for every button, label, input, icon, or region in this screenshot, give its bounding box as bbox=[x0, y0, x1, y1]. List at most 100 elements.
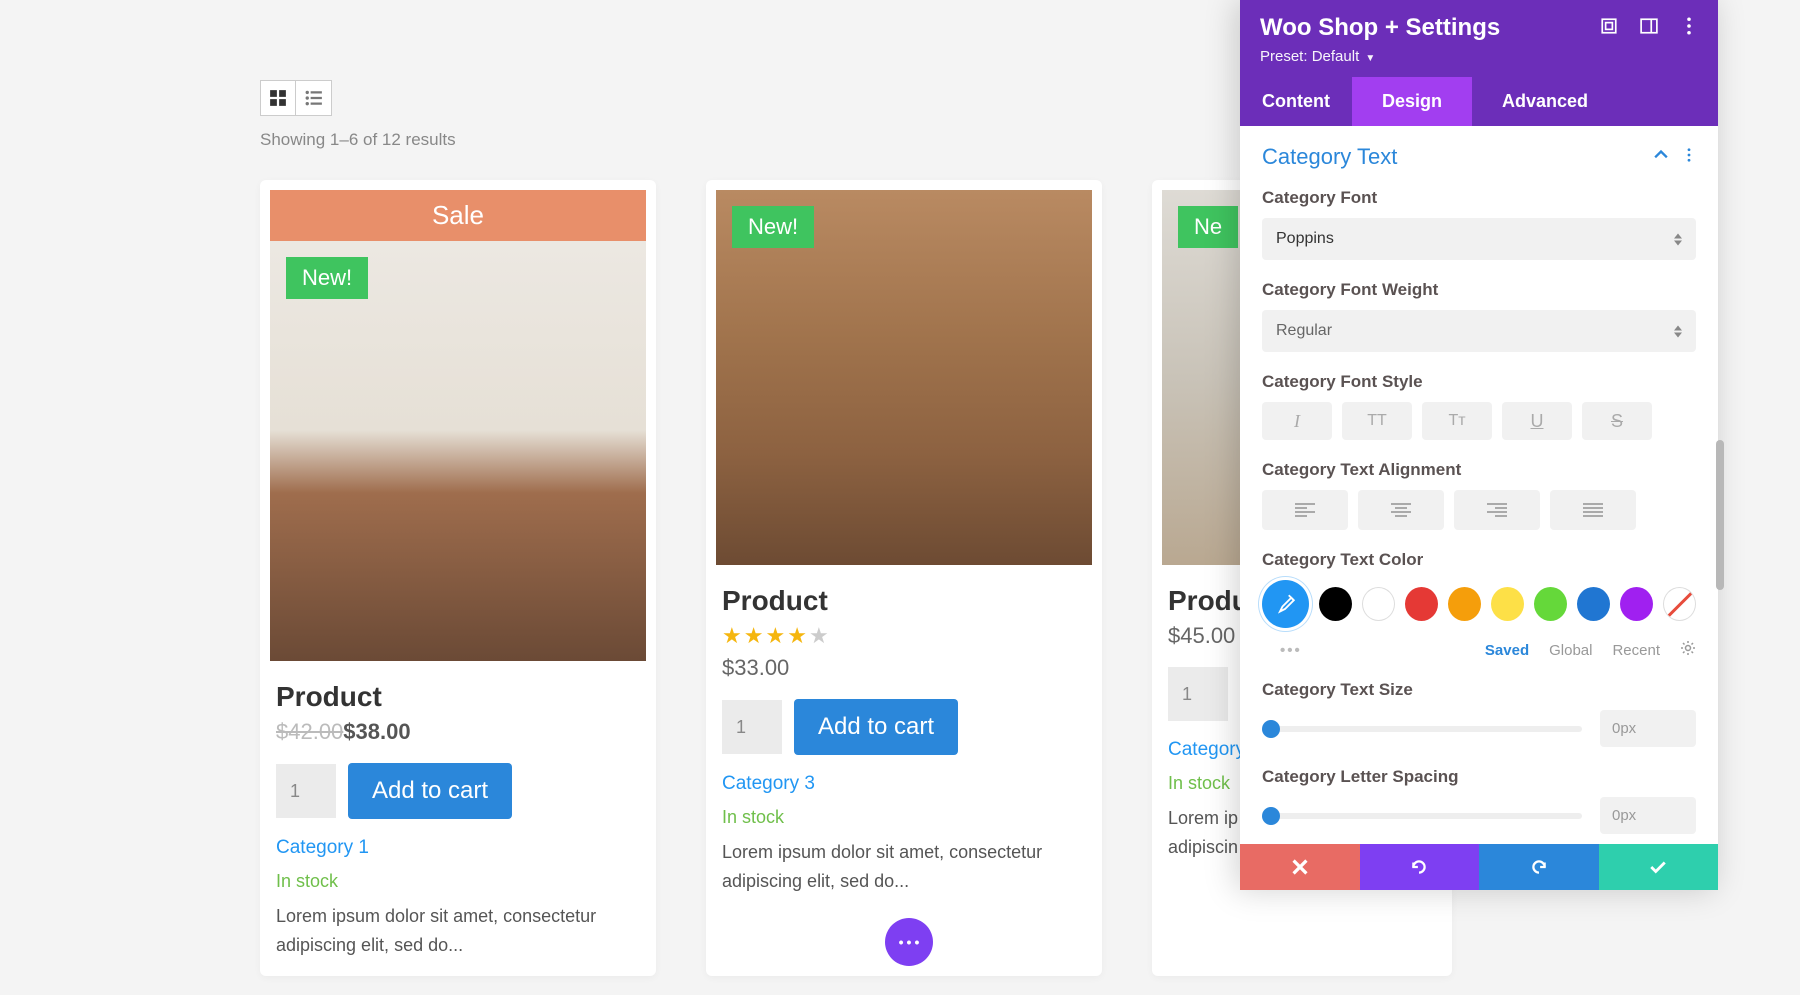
sale-badge: Sale bbox=[270, 190, 646, 241]
new-badge: Ne bbox=[1178, 206, 1238, 248]
panel-tabs: Content Design Advanced bbox=[1240, 77, 1718, 126]
color-swatch[interactable] bbox=[1491, 587, 1524, 621]
kebab-menu-icon[interactable] bbox=[1680, 17, 1698, 40]
add-to-cart-button[interactable]: Add to cart bbox=[348, 763, 512, 819]
redo-button[interactable] bbox=[1479, 844, 1599, 890]
stock-label: In stock bbox=[276, 871, 640, 892]
color-none-swatch[interactable] bbox=[1663, 587, 1696, 621]
undo-button[interactable] bbox=[1360, 844, 1480, 890]
product-title[interactable]: Product bbox=[276, 681, 640, 713]
price-old: $42.00 bbox=[276, 719, 343, 744]
quantity-input[interactable] bbox=[1168, 667, 1228, 721]
star-off-icon: ★ bbox=[809, 623, 829, 649]
size-label: Category Text Size bbox=[1262, 680, 1696, 700]
align-right-button[interactable] bbox=[1454, 490, 1540, 530]
product-image[interactable] bbox=[270, 241, 646, 661]
product-description: Lorem ipsum dolor sit amet, consectetur … bbox=[722, 838, 1086, 896]
preset-value: Default bbox=[1312, 48, 1360, 65]
align-left-button[interactable] bbox=[1262, 490, 1348, 530]
spacing-label: Category Letter Spacing bbox=[1262, 767, 1696, 787]
color-label: Category Text Color bbox=[1262, 550, 1696, 570]
product-image-wrap: New! bbox=[270, 241, 646, 661]
color-swatch[interactable] bbox=[1577, 587, 1610, 621]
strikethrough-button[interactable]: S bbox=[1582, 402, 1652, 440]
dock-icon[interactable] bbox=[1640, 17, 1658, 40]
star-icon: ★ bbox=[722, 623, 742, 649]
more-colors-icon[interactable]: ••• bbox=[1280, 642, 1302, 659]
list-view-button[interactable] bbox=[296, 80, 332, 116]
page-actions-fab[interactable]: ••• bbox=[885, 918, 933, 966]
color-swatch[interactable] bbox=[1448, 587, 1481, 621]
color-swatch[interactable] bbox=[1620, 587, 1653, 621]
uppercase-button[interactable]: TT bbox=[1342, 402, 1412, 440]
align-center-button[interactable] bbox=[1358, 490, 1444, 530]
category-link[interactable]: Category 3 bbox=[722, 773, 1086, 795]
save-button[interactable] bbox=[1599, 844, 1719, 890]
italic-button[interactable]: I bbox=[1262, 402, 1332, 440]
font-select-value: Poppins bbox=[1276, 230, 1334, 248]
product-image-wrap: New! bbox=[716, 190, 1092, 565]
underline-button[interactable]: U bbox=[1502, 402, 1572, 440]
align-justify-button[interactable] bbox=[1550, 490, 1636, 530]
color-swatch[interactable] bbox=[1534, 587, 1567, 621]
star-icon: ★ bbox=[765, 623, 785, 649]
color-swatch[interactable] bbox=[1319, 587, 1352, 621]
product-title[interactable]: Product bbox=[722, 585, 1086, 617]
collapse-icon[interactable] bbox=[1654, 148, 1668, 167]
close-button[interactable] bbox=[1240, 844, 1360, 890]
palette-global-tab[interactable]: Global bbox=[1549, 642, 1592, 659]
price-now: $45.00 bbox=[1168, 623, 1235, 648]
product-card: New! Product ★★★★★ $33.00 Add to cart Ca… bbox=[706, 180, 1102, 976]
align-label: Category Text Alignment bbox=[1262, 460, 1696, 480]
view-toggle bbox=[260, 80, 332, 116]
palette-recent-tab[interactable]: Recent bbox=[1612, 642, 1660, 659]
add-to-cart-button[interactable]: Add to cart bbox=[794, 699, 958, 755]
star-icon: ★ bbox=[744, 623, 764, 649]
tab-design[interactable]: Design bbox=[1352, 77, 1472, 126]
style-label: Category Font Style bbox=[1262, 372, 1696, 392]
category-link[interactable]: Category 1 bbox=[276, 837, 640, 859]
slider-thumb[interactable] bbox=[1262, 807, 1280, 825]
stock-label: In stock bbox=[722, 807, 1086, 828]
panel-footer bbox=[1240, 844, 1718, 890]
grid-view-button[interactable] bbox=[260, 80, 296, 116]
align-buttons bbox=[1262, 490, 1696, 530]
palette-saved-tab[interactable]: Saved bbox=[1485, 642, 1529, 659]
quantity-input[interactable] bbox=[276, 764, 336, 818]
weight-label: Category Font Weight bbox=[1262, 280, 1696, 300]
expand-icon[interactable] bbox=[1600, 17, 1618, 40]
weight-select[interactable]: Regular bbox=[1262, 310, 1696, 352]
color-swatch[interactable] bbox=[1405, 587, 1438, 621]
preset-selector[interactable]: Preset: Default ▼ bbox=[1260, 48, 1698, 65]
color-picker-button[interactable] bbox=[1262, 580, 1309, 628]
letter-spacing-input[interactable] bbox=[1600, 797, 1696, 834]
price-now: $33.00 bbox=[722, 655, 789, 680]
color-palette-tabs: ••• Saved Global Recent bbox=[1262, 640, 1696, 660]
letter-spacing-slider[interactable] bbox=[1262, 813, 1582, 819]
quantity-input[interactable] bbox=[722, 700, 782, 754]
text-size-input[interactable] bbox=[1600, 710, 1696, 747]
color-swatch[interactable] bbox=[1362, 587, 1395, 621]
chevron-down-icon: ▼ bbox=[1365, 53, 1375, 64]
gear-icon[interactable] bbox=[1680, 640, 1696, 660]
kebab-menu-icon[interactable] bbox=[1682, 148, 1696, 167]
product-card: Sale New! Product $42.00$38.00 Add to ca… bbox=[260, 180, 656, 976]
weight-select-value: Regular bbox=[1276, 322, 1332, 340]
tab-advanced[interactable]: Advanced bbox=[1472, 77, 1610, 126]
tab-content[interactable]: Content bbox=[1240, 77, 1352, 126]
section-category-text: Category Text Category Font Poppins Cate… bbox=[1240, 126, 1718, 834]
new-badge: New! bbox=[286, 257, 368, 299]
select-caret-icon bbox=[1674, 325, 1682, 338]
price-now: $38.00 bbox=[343, 719, 410, 744]
slider-thumb[interactable] bbox=[1262, 720, 1280, 738]
scrollbar-thumb[interactable] bbox=[1716, 440, 1724, 590]
text-size-slider[interactable] bbox=[1262, 726, 1582, 732]
smallcaps-button[interactable]: Tт bbox=[1422, 402, 1492, 440]
select-caret-icon bbox=[1674, 233, 1682, 246]
new-badge: New! bbox=[732, 206, 814, 248]
product-description: Lorem ipsum dolor sit amet, consectetur … bbox=[276, 902, 640, 960]
panel-header: Woo Shop + Settings Preset: Default ▼ bbox=[1240, 0, 1718, 77]
font-select[interactable]: Poppins bbox=[1262, 218, 1696, 260]
rating-stars: ★★★★★ bbox=[722, 623, 1086, 649]
section-title[interactable]: Category Text bbox=[1262, 144, 1654, 170]
